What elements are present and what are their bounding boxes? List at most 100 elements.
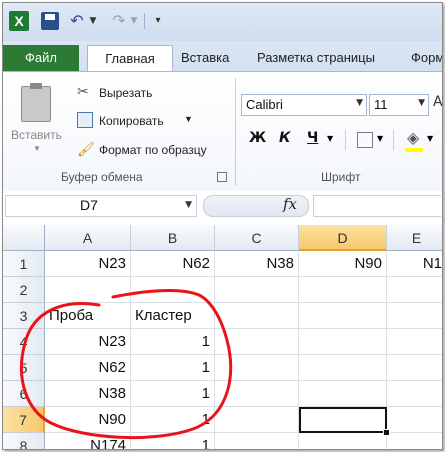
excel-icon[interactable]: X bbox=[9, 11, 29, 31]
cell-e4[interactable] bbox=[387, 329, 442, 355]
format-separator bbox=[345, 130, 346, 150]
redo-icon[interactable]: ↷ bbox=[111, 11, 127, 31]
formula-input[interactable] bbox=[313, 195, 441, 217]
cell-d8[interactable] bbox=[299, 433, 387, 449]
grow-font-icon[interactable]: A bbox=[433, 94, 442, 110]
cell-e2[interactable] bbox=[387, 277, 442, 303]
row-header-7[interactable]: 7 bbox=[3, 407, 45, 433]
cell-a5[interactable]: N62 bbox=[45, 355, 131, 381]
borders-dropdown-icon[interactable]: ▼ bbox=[377, 134, 383, 143]
cell-c8[interactable] bbox=[215, 433, 299, 449]
worksheet-grid[interactable]: ABCDE 12345678 N23 N62 N38 N90 N1 Проба Класте… bbox=[3, 219, 442, 449]
cell-a7[interactable]: N90 bbox=[45, 407, 131, 433]
borders-icon[interactable] bbox=[357, 132, 373, 148]
cell-d4[interactable] bbox=[299, 329, 387, 355]
cell-e3[interactable] bbox=[387, 303, 442, 329]
column-header-e[interactable]: E bbox=[387, 225, 442, 251]
paste-button[interactable]: Вставить bbox=[11, 128, 62, 142]
cell-d2[interactable] bbox=[299, 277, 387, 303]
cell-b5[interactable]: 1 bbox=[131, 355, 215, 381]
cell-a8[interactable]: N174 bbox=[45, 433, 131, 449]
chevron-down-icon[interactable]: ▼ bbox=[356, 98, 363, 108]
cell-c5[interactable] bbox=[215, 355, 299, 381]
chevron-down-icon[interactable]: ▼ bbox=[418, 98, 425, 108]
cut-button[interactable]: Вырезать bbox=[99, 86, 152, 100]
select-all-corner[interactable] bbox=[3, 225, 45, 251]
insert-function-icon[interactable]: fx bbox=[283, 195, 297, 213]
cell-b6[interactable]: 1 bbox=[131, 381, 215, 407]
cell-b4[interactable]: 1 bbox=[131, 329, 215, 355]
cell-e5[interactable] bbox=[387, 355, 442, 381]
cell-c3[interactable] bbox=[215, 303, 299, 329]
cell-d5[interactable] bbox=[299, 355, 387, 381]
row-header-4[interactable]: 4 bbox=[3, 329, 45, 355]
fill-handle[interactable] bbox=[383, 429, 390, 436]
copy-button[interactable]: Копировать bbox=[99, 114, 164, 128]
cell-c6[interactable] bbox=[215, 381, 299, 407]
cell-b7[interactable]: 1 bbox=[131, 407, 215, 433]
cell-c7[interactable] bbox=[215, 407, 299, 433]
bold-button[interactable]: Ж bbox=[249, 130, 266, 146]
undo-dropdown-icon[interactable]: ▼ bbox=[88, 11, 98, 31]
cell-a1[interactable]: N23 bbox=[45, 251, 131, 277]
copy-icon[interactable] bbox=[77, 112, 93, 128]
row-header-6[interactable]: 6 bbox=[3, 381, 45, 407]
name-box[interactable]: D7 ▼ bbox=[5, 195, 197, 217]
cell-e1[interactable]: N1 bbox=[387, 251, 442, 277]
column-header-c[interactable]: C bbox=[215, 225, 299, 251]
cell-d3[interactable] bbox=[299, 303, 387, 329]
save-icon[interactable] bbox=[41, 12, 59, 30]
paste-icon[interactable] bbox=[21, 83, 51, 122]
cell-e8[interactable] bbox=[387, 433, 442, 449]
copy-dropdown-icon[interactable]: ▼ bbox=[184, 114, 193, 124]
row-header-8[interactable]: 8 bbox=[3, 433, 45, 449]
selected-cell[interactable] bbox=[299, 407, 387, 433]
format-painter-icon[interactable]: 🖌 bbox=[77, 142, 95, 158]
cell-c1[interactable]: N38 bbox=[215, 251, 299, 277]
column-header-b[interactable]: B bbox=[131, 225, 215, 251]
font-name-select[interactable]: Calibri ▼ bbox=[241, 94, 367, 116]
cell-e7[interactable] bbox=[387, 407, 442, 433]
italic-button[interactable]: К bbox=[279, 130, 290, 146]
customize-arrow-icon[interactable]: ▾ bbox=[152, 11, 164, 31]
cell-b1[interactable]: N62 bbox=[131, 251, 215, 277]
cell-d1[interactable]: N90 bbox=[299, 251, 387, 277]
column-header-d[interactable]: D bbox=[299, 225, 387, 251]
format-painter-button[interactable]: Формат по образцу bbox=[99, 143, 207, 157]
cell-b8[interactable]: 1 bbox=[131, 433, 215, 449]
cell-b2[interactable] bbox=[131, 277, 215, 303]
underline-button[interactable]: Ч bbox=[307, 130, 318, 146]
tab-formulas[interactable]: Форм bbox=[411, 45, 442, 71]
paste-dropdown-icon[interactable]: ▼ bbox=[33, 144, 41, 153]
cell-e6[interactable] bbox=[387, 381, 442, 407]
font-size-select[interactable]: 11 ▼ bbox=[369, 94, 429, 116]
group-separator bbox=[235, 78, 236, 186]
cell-a4[interactable]: N23 bbox=[45, 329, 131, 355]
row-header-3[interactable]: 3 bbox=[3, 303, 45, 329]
tab-page-layout[interactable]: Разметка страницы bbox=[257, 45, 375, 71]
dialog-launcher-icon[interactable] bbox=[217, 172, 227, 182]
ribbon-home: Вставить ▼ ✂ Вырезать Копировать ▼ 🖌 Фор… bbox=[3, 71, 442, 193]
column-header-a[interactable]: A bbox=[45, 225, 131, 251]
underline-dropdown-icon[interactable]: ▼ bbox=[327, 134, 333, 143]
row-header-5[interactable]: 5 bbox=[3, 355, 45, 381]
row-header-1[interactable]: 1 bbox=[3, 251, 45, 277]
redo-dropdown-icon[interactable]: ▼ bbox=[129, 11, 139, 31]
tab-home[interactable]: Главная bbox=[87, 45, 173, 72]
tab-insert[interactable]: Вставка bbox=[181, 45, 229, 71]
row-header-2[interactable]: 2 bbox=[3, 277, 45, 303]
chevron-down-icon[interactable]: ▼ bbox=[185, 200, 192, 210]
cell-a3[interactable]: Проба bbox=[45, 303, 131, 329]
undo-icon[interactable]: ↶ bbox=[69, 11, 85, 31]
tab-file[interactable]: Файл bbox=[3, 45, 79, 71]
cell-c2[interactable] bbox=[215, 277, 299, 303]
fill-color-icon[interactable]: ◈ bbox=[407, 128, 419, 147]
cell-c4[interactable] bbox=[215, 329, 299, 355]
fill-color-dropdown-icon[interactable]: ▼ bbox=[427, 134, 433, 143]
scissors-icon[interactable]: ✂ bbox=[77, 84, 89, 100]
cell-a6[interactable]: N38 bbox=[45, 381, 131, 407]
font-name-value: Calibri bbox=[246, 97, 283, 112]
cell-a2[interactable] bbox=[45, 277, 131, 303]
cell-d6[interactable] bbox=[299, 381, 387, 407]
cell-b3[interactable]: Кластер bbox=[131, 303, 215, 329]
